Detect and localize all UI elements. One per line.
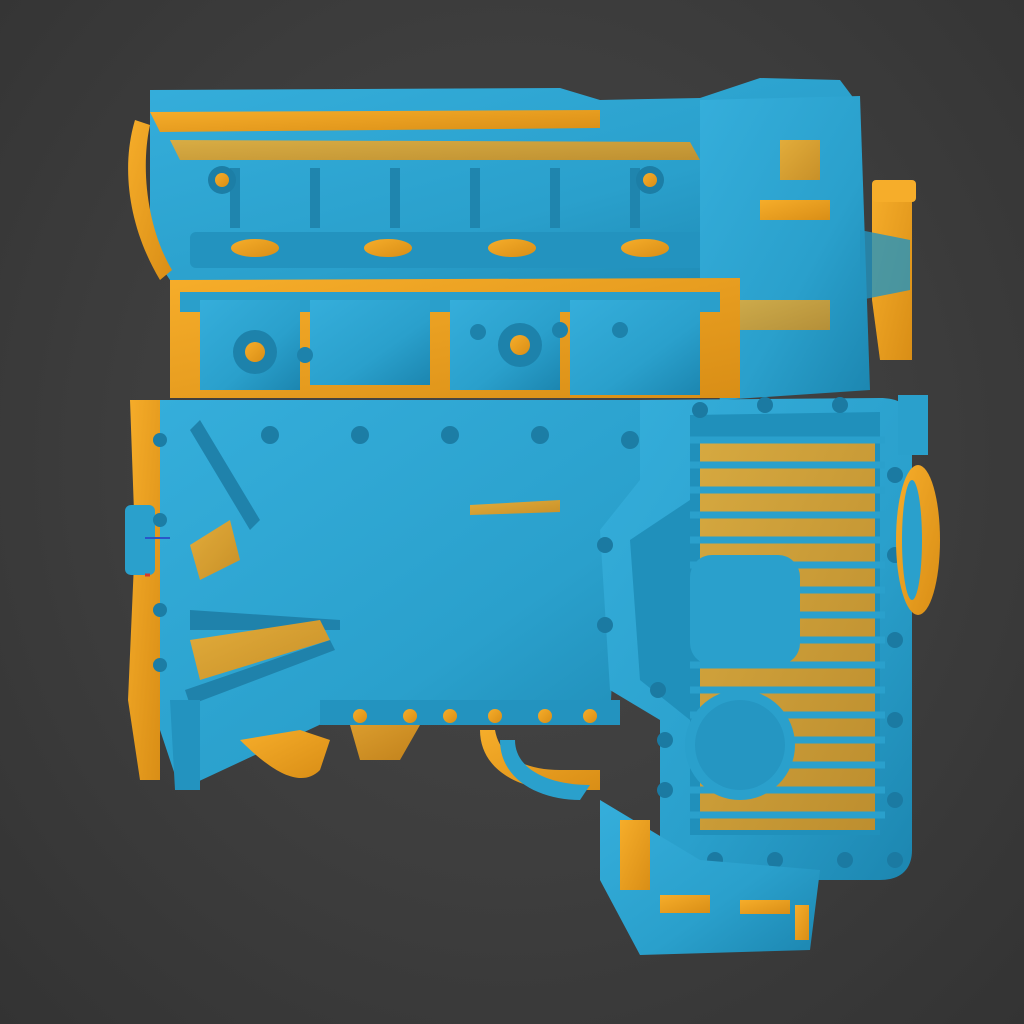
oil-pan: [597, 397, 912, 880]
crank-pulley: [896, 395, 940, 615]
intake-manifold: [170, 278, 740, 398]
3d-viewport[interactable]: [0, 0, 1024, 1024]
engine-model[interactable]: [0, 0, 1024, 1024]
